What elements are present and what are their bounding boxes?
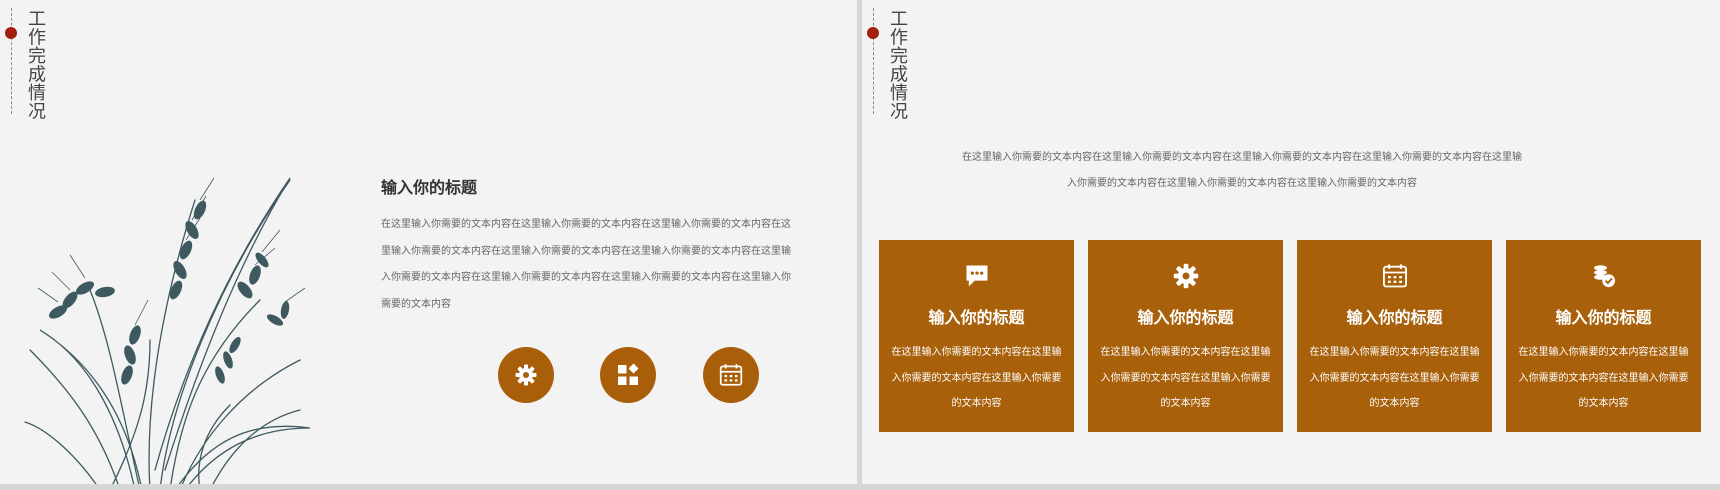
gear-icon <box>515 364 537 386</box>
feature-card-1: 输入你的标题 在这里输入你需要的文本内容在这里输入你需要的文本内容在这里输入你需… <box>879 240 1074 432</box>
coins-icon <box>1593 265 1615 288</box>
feature-card-3: 输入你的标题 在这里输入你需要的文本内容在这里输入你需要的文本内容在这里输入你需… <box>1297 240 1492 432</box>
intro-text: 在这里输入你需要的文本内容在这里输入你需要的文本内容在这里输入你需要的文本内容在… <box>962 152 1522 189</box>
decorative-dashed-line <box>873 8 874 114</box>
card-title: 输入你的标题 <box>1137 308 1234 327</box>
card-body: 在这里输入你需要的文本内容在这里输入你需要的文本内容在这里输入你需要的文本内容 <box>1518 347 1689 409</box>
gear-button[interactable] <box>498 347 554 403</box>
content-heading: 输入你的标题 <box>381 178 478 197</box>
card-title: 输入你的标题 <box>1555 308 1652 327</box>
section-title: 工作完成情况 <box>887 9 908 120</box>
decorative-dashed-line <box>11 8 12 114</box>
card-title: 输入你的标题 <box>928 308 1025 327</box>
chat-icon <box>966 265 987 287</box>
slide-left: 工作完成情况 输入你的标题 在这里输入你需要的文本内容在这里输入你需要的文本内容… <box>0 0 857 484</box>
decorative-red-dot <box>867 27 879 39</box>
card-title: 输入你的标题 <box>1346 308 1443 327</box>
gear-icon <box>1173 263 1198 289</box>
card-body: 在这里输入你需要的文本内容在这里输入你需要的文本内容在这里输入你需要的文本内容 <box>891 347 1062 409</box>
calendar-button[interactable] <box>703 347 759 403</box>
calendar-icon <box>719 364 743 386</box>
card-body: 在这里输入你需要的文本内容在这里输入你需要的文本内容在这里输入你需要的文本内容 <box>1309 347 1480 409</box>
card-body: 在这里输入你需要的文本内容在这里输入你需要的文本内容在这里输入你需要的文本内容 <box>1100 347 1271 409</box>
decorative-red-dot <box>5 27 17 39</box>
wheat-illustration <box>24 177 311 484</box>
feature-card-4: 输入你的标题 在这里输入你需要的文本内容在这里输入你需要的文本内容在这里输入你需… <box>1506 240 1701 432</box>
content-body: 在这里输入你需要的文本内容在这里输入你需要的文本内容在这里输入你需要的文本内容在… <box>381 219 791 310</box>
section-title: 工作完成情况 <box>25 9 46 120</box>
widgets-icon <box>618 363 639 385</box>
feature-card-2: 输入你的标题 在这里输入你需要的文本内容在这里输入你需要的文本内容在这里输入你需… <box>1088 240 1283 432</box>
slide-right: 工作完成情况 在这里输入你需要的文本内容在这里输入你需要的文本内容在这里输入你需… <box>862 0 1720 484</box>
calendar-icon <box>1382 264 1407 288</box>
widgets-button[interactable] <box>600 347 656 403</box>
